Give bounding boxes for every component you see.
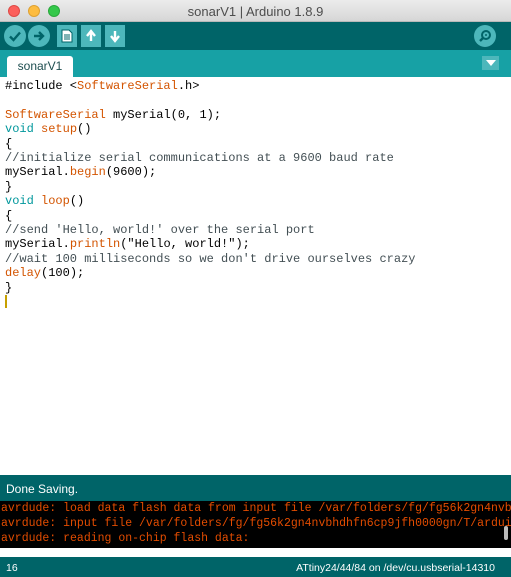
code-line: //send 'Hello, world!' over the serial p… bbox=[5, 223, 315, 238]
upload-button[interactable] bbox=[28, 25, 50, 47]
toolbar bbox=[0, 22, 511, 50]
footer-bar: 16 ATtiny24/44/84 on /dev/cu.usbserial-1… bbox=[0, 557, 511, 577]
code-line: delay(100); bbox=[5, 266, 85, 281]
code-line: void setup() bbox=[5, 122, 92, 137]
code-line: { bbox=[5, 208, 13, 223]
verify-button[interactable] bbox=[4, 25, 26, 47]
code-line: mySerial.begin(9600); bbox=[5, 165, 157, 180]
window-title: sonarV1 | Arduino 1.8.9 bbox=[187, 4, 324, 19]
code-line: mySerial.println("Hello, world!"); bbox=[5, 237, 250, 252]
new-sketch-button[interactable] bbox=[57, 25, 77, 47]
console-output[interactable]: avrdude: load data flash data from input… bbox=[0, 501, 511, 548]
console-line: avrdude: reading on-chip flash data: bbox=[1, 532, 250, 545]
status-bar: Done Saving. bbox=[0, 475, 511, 501]
console-line: avrdude: load data flash data from input… bbox=[1, 502, 511, 515]
code-line: //wait 100 milliseconds so we don't driv… bbox=[5, 251, 416, 266]
code-line: } bbox=[5, 179, 13, 194]
code-line: //initialize serial communications at a … bbox=[5, 151, 394, 166]
tab-bar: sonarV1 bbox=[0, 50, 511, 77]
code-text[interactable]: #include <SoftwareSerial.h> SoftwareSeri… bbox=[5, 79, 415, 310]
console-scrollbar[interactable] bbox=[504, 526, 508, 540]
code-editor[interactable]: #include <SoftwareSerial.h> SoftwareSeri… bbox=[0, 77, 511, 551]
arrow-up-icon bbox=[86, 29, 96, 41]
tab-sonarv1[interactable]: sonarV1 bbox=[7, 56, 73, 77]
chevron-down-icon bbox=[485, 60, 496, 66]
open-sketch-button[interactable] bbox=[81, 25, 101, 47]
code-line: void loop() bbox=[5, 194, 85, 209]
text-cursor bbox=[5, 295, 7, 309]
code-line: { bbox=[5, 136, 13, 151]
line-number: 16 bbox=[6, 562, 18, 574]
serial-monitor-button[interactable] bbox=[474, 25, 496, 47]
arrow-down-icon bbox=[110, 31, 120, 43]
code-line: SoftwareSerial mySerial(0, 1); bbox=[5, 107, 222, 122]
code-line: #include <SoftwareSerial.h> bbox=[5, 79, 200, 93]
console-padding bbox=[0, 548, 511, 557]
save-sketch-button[interactable] bbox=[105, 25, 125, 47]
console-line: avrdude: input file /var/folders/fg/fg56… bbox=[1, 517, 511, 530]
board-port-label: ATtiny24/44/84 on /dev/cu.usbserial-1431… bbox=[296, 562, 495, 574]
checkmark-icon bbox=[9, 31, 21, 42]
tab-menu-button[interactable] bbox=[482, 56, 499, 70]
magnifier-icon bbox=[479, 30, 491, 42]
title-bar: sonarV1 | Arduino 1.8.9 bbox=[0, 0, 511, 22]
arrow-right-icon bbox=[34, 31, 45, 41]
document-icon bbox=[61, 29, 73, 43]
code-line: } bbox=[5, 280, 13, 295]
